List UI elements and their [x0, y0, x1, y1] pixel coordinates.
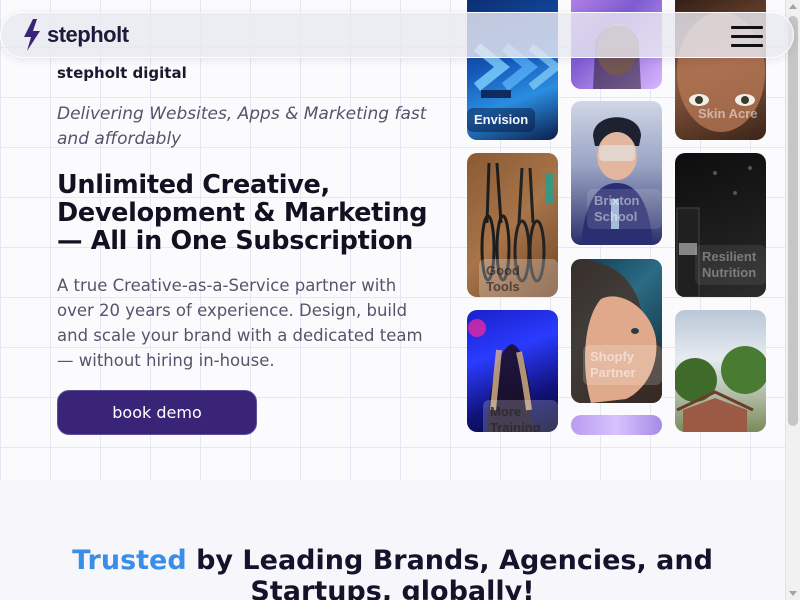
menu-bar — [731, 26, 763, 29]
gallery-tile-partial[interactable] — [571, 415, 662, 435]
scrollbar[interactable] — [785, 0, 800, 600]
page-title: Unlimited Creative, Development & Market… — [57, 170, 428, 256]
gallery-tile-house[interactable] — [675, 310, 766, 432]
tile-label: Envision — [467, 108, 536, 132]
navbar: stepholt — [0, 12, 794, 58]
tile-label: Brixton School — [587, 189, 662, 229]
trusted-accent: Trusted — [72, 545, 187, 576]
gallery-tile-nutrition[interactable]: Resilient Nutrition — [675, 153, 766, 297]
gallery-tile-training[interactable]: More Training — [467, 310, 558, 432]
company-name: stepholt digital — [57, 64, 187, 82]
scroll-up-icon[interactable] — [789, 4, 797, 9]
trusted-heading: Trusted by Leading Brands, Agencies, and… — [0, 545, 785, 600]
house-graphic — [675, 346, 766, 432]
gallery-tile-portrait[interactable]: Shopfy Partner — [571, 259, 662, 403]
bolt-logo-icon — [24, 19, 40, 51]
hamburger-menu-icon[interactable] — [731, 26, 763, 48]
scroll-thumb[interactable] — [788, 16, 798, 426]
gallery-tile-school[interactable]: Brixton School — [571, 101, 662, 245]
logo[interactable]: stepholt — [21, 18, 129, 52]
tile-label: More Training — [483, 400, 558, 432]
tile-label: Shopfy Partner — [583, 345, 662, 385]
scroll-down-icon[interactable] — [789, 591, 797, 596]
gallery-tile-tools[interactable]: Good Tools — [467, 153, 558, 297]
hero-section: stepholt digital Delivering Websites, Ap… — [0, 0, 785, 480]
logo-text: stepholt — [47, 22, 129, 47]
tile-label: Skin Acre — [698, 106, 758, 121]
hero-description: A true Creative-as-a-Service partner wit… — [57, 276, 423, 370]
tile-label: Resilient Nutrition — [695, 245, 766, 285]
tagline: Delivering Websites, Apps & Marketing fa… — [57, 104, 427, 149]
menu-bar — [731, 35, 763, 38]
trusted-rest: by Leading Brands, Agencies, and Startup… — [196, 545, 713, 600]
book-demo-button[interactable]: book demo — [57, 390, 257, 435]
tile-label: Good Tools — [479, 259, 558, 297]
menu-bar — [731, 44, 763, 47]
